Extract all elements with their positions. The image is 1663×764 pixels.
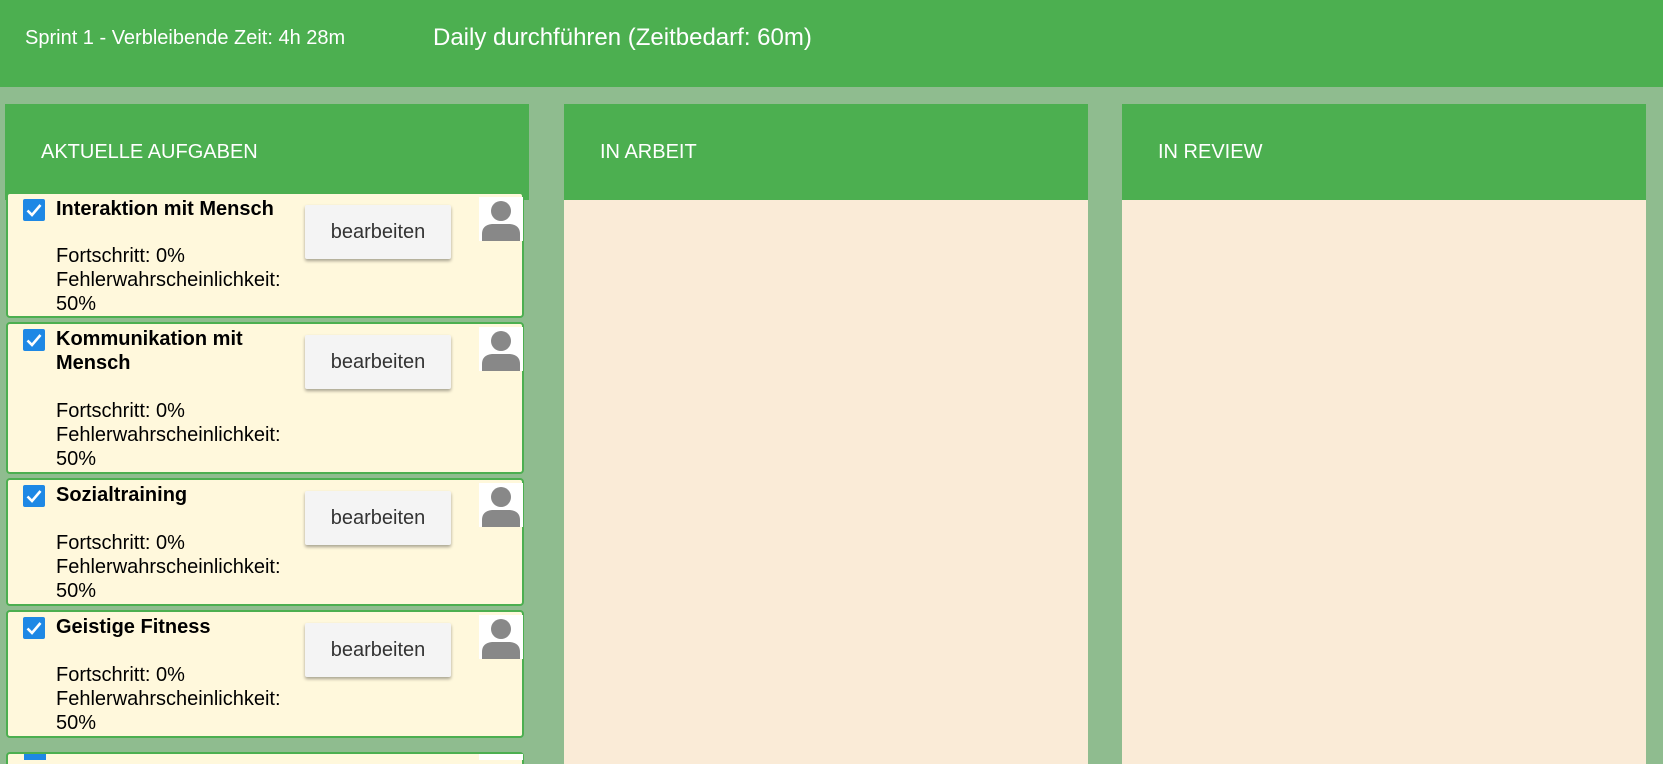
user-avatar-icon[interactable] xyxy=(479,615,523,659)
task-title: Sozialtraining xyxy=(56,484,188,506)
user-avatar-icon[interactable] xyxy=(479,197,523,241)
task-card: Interaktion mit Mensch Fortschritt: 0% F… xyxy=(6,192,524,318)
column-header: IN REVIEW xyxy=(1122,104,1646,200)
task-progress: Fortschritt: 0% xyxy=(56,664,185,686)
column-header: AKTUELLE AUFGABEN xyxy=(5,104,529,200)
task-error-label: Fehlerwahrscheinlichkeit: xyxy=(56,424,281,446)
column-title: IN REVIEW xyxy=(1158,141,1263,163)
column-in-review: IN REVIEW xyxy=(1122,104,1646,764)
task-card: Geistige Fitness Fortschritt: 0% Fehlerw… xyxy=(6,610,524,738)
column-in-progress: IN ARBEIT xyxy=(564,104,1088,764)
user-avatar-icon[interactable] xyxy=(479,754,523,760)
task-error-value: 50% xyxy=(56,712,97,734)
column-title: AKTUELLE AUFGABEN xyxy=(41,141,258,163)
task-error-value: 50% xyxy=(56,293,97,315)
top-bar: Sprint 1 - Verbleibende Zeit: 4h 28m Dai… xyxy=(0,0,1663,87)
task-card-partial xyxy=(6,752,524,764)
task-error-value: 50% xyxy=(56,448,97,470)
edit-button[interactable]: bearbeiten xyxy=(305,623,451,677)
task-error-label: Fehlerwahrscheinlichkeit: xyxy=(56,556,281,578)
user-avatar-icon[interactable] xyxy=(479,327,523,371)
task-card: Kommunikation mit Mensch Fortschritt: 0%… xyxy=(6,322,524,474)
task-progress: Fortschritt: 0% xyxy=(56,400,185,422)
task-error-label: Fehlerwahrscheinlichkeit: xyxy=(56,688,281,710)
task-title: Interaktion mit Mensch xyxy=(56,198,274,220)
checkbox-checked-icon[interactable] xyxy=(24,754,46,760)
task-error-value: 50% xyxy=(56,580,97,602)
task-error-label: Fehlerwahrscheinlichkeit: xyxy=(56,269,281,291)
daily-button[interactable]: Daily durchführen (Zeitbedarf: 60m) xyxy=(433,24,812,52)
checkbox-checked-icon[interactable] xyxy=(23,485,45,507)
sprint-info: Sprint 1 - Verbleibende Zeit: 4h 28m xyxy=(25,27,346,49)
task-card: Sozialtraining Fortschritt: 0% Fehlerwah… xyxy=(6,478,524,606)
edit-button[interactable]: bearbeiten xyxy=(305,491,451,545)
column-title: IN ARBEIT xyxy=(600,141,697,163)
task-title: Geistige Fitness xyxy=(56,616,211,638)
checkbox-checked-icon[interactable] xyxy=(23,617,45,639)
user-avatar-icon[interactable] xyxy=(479,483,523,527)
column-current-tasks: AKTUELLE AUFGABEN Interaktion mit Mensch… xyxy=(5,104,529,764)
edit-button[interactable]: bearbeiten xyxy=(305,335,451,389)
task-title: Kommunikation mit Mensch xyxy=(56,328,243,374)
task-progress: Fortschritt: 0% xyxy=(56,245,185,267)
task-progress: Fortschritt: 0% xyxy=(56,532,185,554)
checkbox-checked-icon[interactable] xyxy=(23,199,45,221)
column-header: IN ARBEIT xyxy=(564,104,1088,200)
checkbox-checked-icon[interactable] xyxy=(23,329,45,351)
edit-button[interactable]: bearbeiten xyxy=(305,205,451,259)
